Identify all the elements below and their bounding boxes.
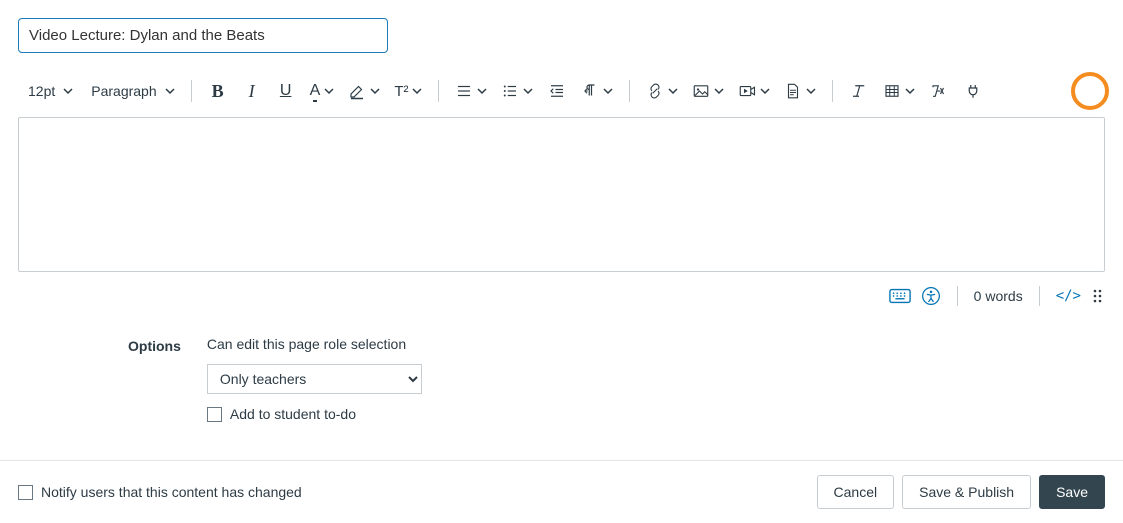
superscript-button[interactable]: T²	[388, 75, 428, 107]
media-button[interactable]	[732, 75, 776, 107]
statusbar-separator	[957, 286, 958, 306]
keyboard-shortcuts-button[interactable]	[889, 288, 911, 304]
chevron-down-icon	[668, 86, 678, 96]
block-format-label: Paragraph	[87, 83, 160, 99]
chevron-down-icon	[370, 86, 380, 96]
page-title-input[interactable]	[18, 18, 388, 53]
image-icon	[692, 82, 710, 100]
list-button[interactable]	[495, 75, 539, 107]
save-button[interactable]: Save	[1039, 475, 1105, 509]
toolbar-separator	[438, 80, 439, 102]
pilcrow-icon	[581, 82, 599, 100]
outdent-icon	[548, 82, 566, 100]
chevron-down-icon	[324, 86, 334, 96]
document-button[interactable]	[778, 75, 822, 107]
italic-button[interactable]: I	[236, 75, 268, 107]
keyboard-icon	[889, 288, 911, 304]
document-icon	[784, 82, 802, 100]
options-label: Options	[128, 336, 181, 422]
list-icon	[501, 82, 519, 100]
chevron-down-icon	[412, 86, 422, 96]
table-button[interactable]	[877, 75, 921, 107]
highlight-color-button[interactable]	[342, 75, 386, 107]
clear-formatting-button[interactable]	[843, 75, 875, 107]
chevron-down-icon	[165, 86, 175, 96]
toolbar-separator	[191, 80, 192, 102]
statusbar-separator	[1039, 286, 1040, 306]
table-icon	[883, 82, 901, 100]
toolbar-separator	[629, 80, 630, 102]
plug-icon	[964, 82, 982, 100]
accessibility-checker-button[interactable]	[921, 286, 941, 306]
italic-icon: I	[249, 81, 255, 102]
chevron-down-icon	[905, 86, 915, 96]
embed-button[interactable]	[957, 75, 989, 107]
chevron-down-icon	[477, 86, 487, 96]
role-select[interactable]: Only teachers	[207, 364, 422, 394]
todo-checkbox-row[interactable]: Add to student to-do	[207, 406, 422, 422]
font-size-dropdown[interactable]: 12pt	[18, 75, 79, 107]
chevron-down-icon	[760, 86, 770, 96]
image-button[interactable]	[686, 75, 730, 107]
editor-statusbar: 0 words </>	[18, 286, 1105, 306]
indent-button[interactable]	[541, 75, 573, 107]
align-icon	[455, 82, 473, 100]
text-color-icon: A	[310, 82, 321, 100]
bold-button[interactable]: B	[202, 75, 234, 107]
save-publish-button[interactable]: Save & Publish	[902, 475, 1031, 509]
bold-icon: B	[212, 81, 224, 102]
notify-checkbox-row[interactable]: Notify users that this content has chang…	[18, 484, 302, 500]
options-section: Options Can edit this page role selectio…	[18, 336, 1105, 422]
text-color-button[interactable]: A	[304, 75, 341, 107]
superscript-icon: T²	[394, 83, 408, 100]
notify-label: Notify users that this content has chang…	[41, 484, 302, 500]
chevron-down-icon	[806, 86, 816, 96]
clear-format-icon	[850, 82, 868, 100]
checkbox-icon	[207, 407, 222, 422]
link-button[interactable]	[640, 75, 684, 107]
role-field-label: Can edit this page role selection	[207, 336, 422, 352]
word-count: 0 words	[974, 288, 1023, 304]
accessibility-icon	[921, 286, 941, 306]
chevron-down-icon	[63, 86, 73, 96]
editor-area	[18, 117, 1105, 272]
footer-bar: Notify users that this content has chang…	[0, 460, 1123, 523]
editor-toolbar: 12pt Paragraph B I U A T²	[18, 75, 1105, 107]
chevron-down-icon	[523, 86, 533, 96]
html-view-button[interactable]: </>	[1056, 288, 1081, 304]
todo-label: Add to student to-do	[230, 406, 356, 422]
toolbar-separator	[832, 80, 833, 102]
kebab-icon	[1091, 287, 1105, 305]
highlight-ring	[1071, 72, 1109, 110]
equation-icon	[930, 82, 948, 100]
editor-content[interactable]	[19, 118, 1104, 271]
media-icon	[738, 82, 756, 100]
chevron-down-icon	[603, 86, 613, 96]
underline-icon: U	[280, 82, 292, 100]
checkbox-icon	[18, 485, 33, 500]
link-icon	[646, 82, 664, 100]
equation-button[interactable]	[923, 75, 955, 107]
underline-button[interactable]: U	[270, 75, 302, 107]
font-size-label: 12pt	[24, 83, 59, 99]
highlighter-icon	[348, 82, 366, 100]
cancel-button[interactable]: Cancel	[817, 475, 895, 509]
alignment-button[interactable]	[449, 75, 493, 107]
more-options-button[interactable]	[1091, 287, 1105, 305]
chevron-down-icon	[714, 86, 724, 96]
block-format-dropdown[interactable]: Paragraph	[81, 75, 180, 107]
text-direction-button[interactable]	[575, 75, 619, 107]
